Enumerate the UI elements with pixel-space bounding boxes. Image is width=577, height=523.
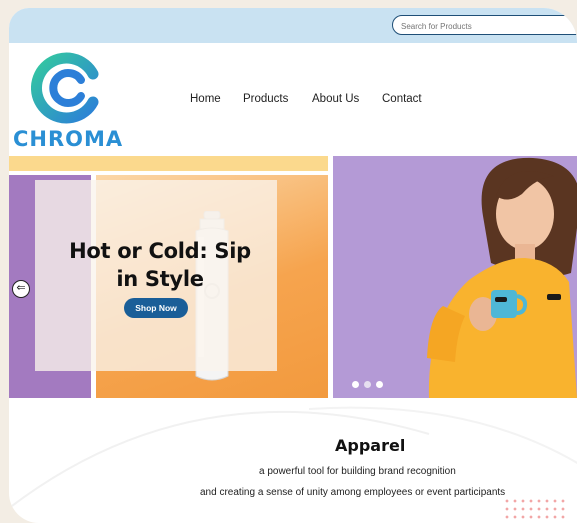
nav-item-products[interactable]: Products: [243, 93, 288, 105]
nav-item-about[interactable]: About Us: [312, 93, 359, 105]
search-input[interactable]: [393, 18, 577, 35]
carousel-dot-2[interactable]: [364, 381, 371, 388]
nav-item-contact[interactable]: Contact: [382, 93, 422, 105]
decorative-swoosh: [9, 406, 577, 510]
hero-model-image: [333, 156, 577, 398]
carousel-dot-1[interactable]: [352, 381, 359, 388]
section-subtitle-line2: and creating a sense of unity among empl…: [200, 487, 506, 498]
chroma-logo-icon[interactable]: [31, 52, 103, 124]
page-frame: CHROMA Home Products About Us Contact Ho…: [9, 8, 577, 523]
previous-slide-button[interactable]: ⇐: [12, 280, 30, 298]
woman-with-mug-illustration: [333, 156, 577, 398]
hero-headline: Hot or Cold: Sip in Style: [55, 237, 265, 293]
brand-name[interactable]: CHROMA: [13, 127, 123, 151]
hero-headline-line2: in Style: [116, 267, 204, 291]
search-box[interactable]: [392, 15, 577, 35]
nav-item-home[interactable]: Home: [190, 93, 221, 105]
section-title: Apparel: [335, 436, 406, 455]
arrow-left-icon: ⇐: [16, 282, 26, 294]
hero-top-band: [9, 156, 328, 171]
section-subtitle-line1: a powerful tool for building brand recog…: [259, 466, 456, 477]
top-bar: [9, 8, 577, 43]
decorative-dot-grid: [503, 497, 567, 523]
hero-slide: Hot or Cold: Sip in Style Shop Now ⇐: [9, 175, 328, 398]
carousel-dot-3[interactable]: [376, 381, 383, 388]
hero-headline-line1: Hot or Cold: Sip: [69, 239, 251, 263]
shop-now-button[interactable]: Shop Now: [124, 298, 188, 318]
